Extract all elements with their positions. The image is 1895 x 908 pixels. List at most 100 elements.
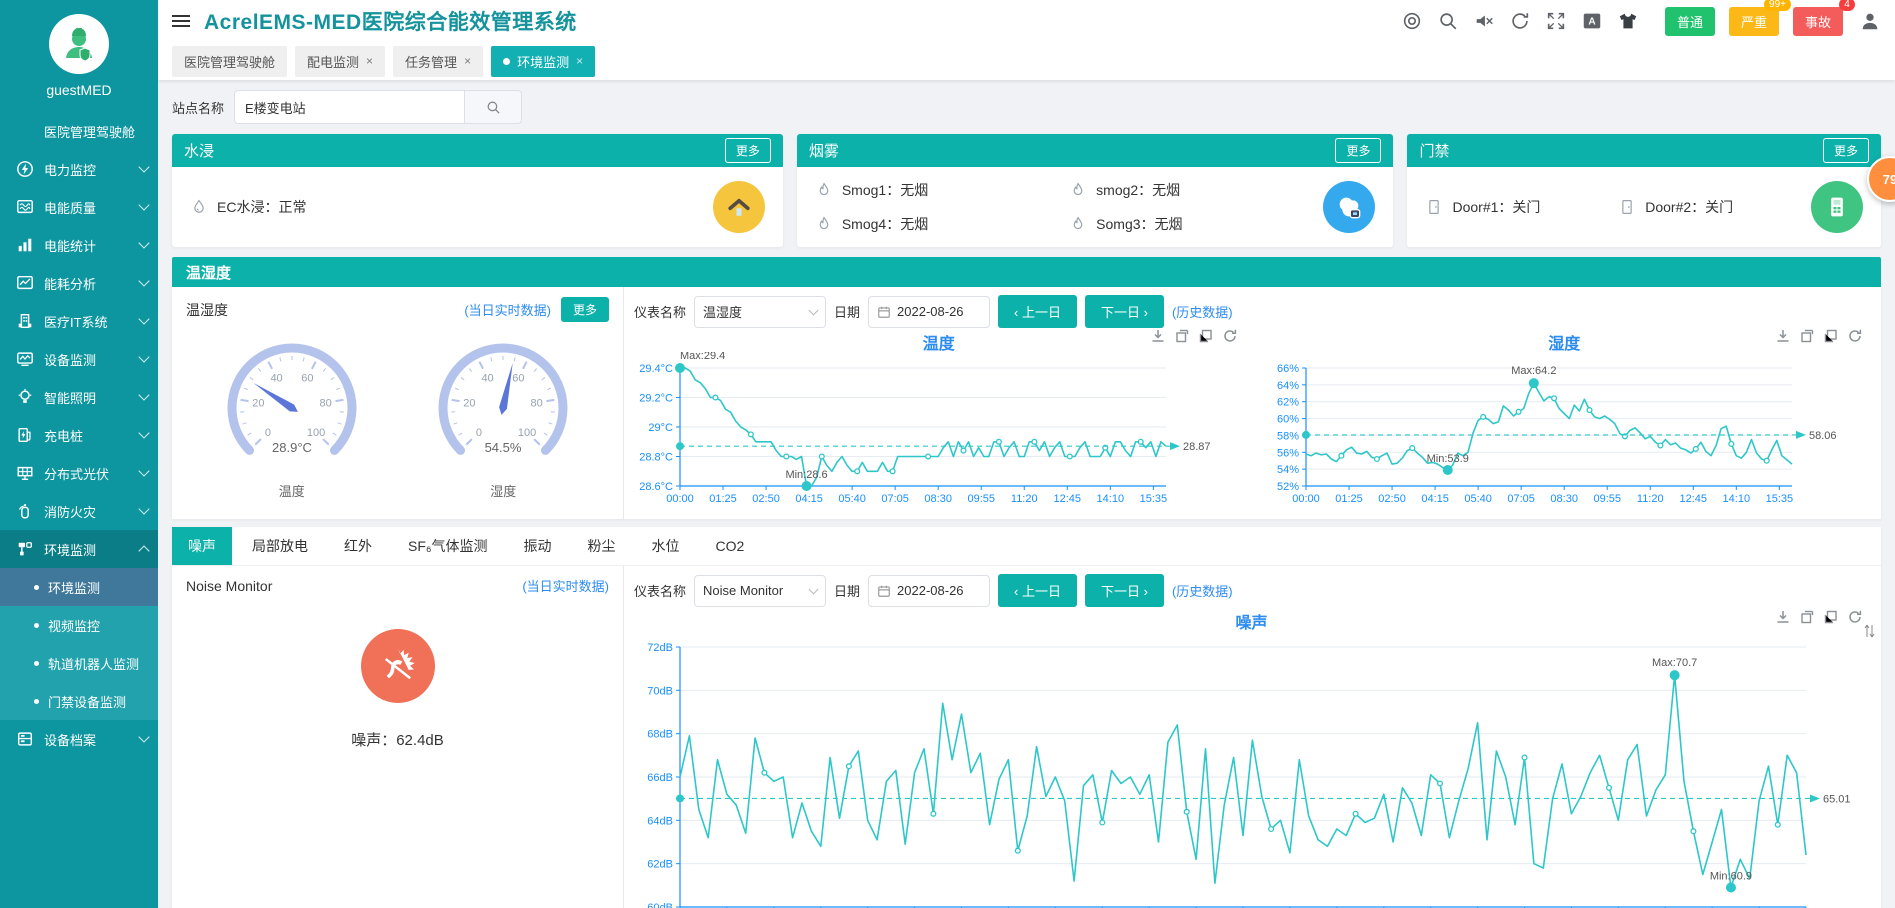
- tab-label: 配电监测: [307, 52, 359, 71]
- noise-leftcol: Noise Monitor (当日实时数据) 噪声: [172, 566, 624, 908]
- download-icon[interactable]: [1150, 328, 1166, 344]
- subtab-局部放电[interactable]: 局部放电: [236, 527, 324, 565]
- smoke-more-button[interactable]: 更多: [1335, 138, 1381, 163]
- environment-subtabs: 噪声局部放电红外SF₆气体监测振动粉尘水位CO2: [172, 527, 1881, 566]
- gauge-label: 温度: [204, 481, 380, 500]
- svg-text:01:25: 01:25: [1335, 493, 1363, 505]
- svg-text:02:50: 02:50: [752, 493, 780, 505]
- site-search-button[interactable]: [464, 90, 522, 124]
- avatar[interactable]: [49, 14, 109, 74]
- reload-icon[interactable]: [1847, 609, 1863, 625]
- tab-任务管理[interactable]: 任务管理×: [393, 46, 483, 77]
- subtab-水位[interactable]: 水位: [636, 527, 696, 565]
- download-icon[interactable]: [1775, 328, 1791, 344]
- svg-text:60%: 60%: [1276, 414, 1298, 426]
- subtab-CO2[interactable]: CO2: [700, 529, 761, 563]
- next-day-button[interactable]: 下一日 ›: [1085, 295, 1164, 328]
- refresh-icon[interactable]: [1509, 10, 1531, 32]
- reload-icon[interactable]: [1847, 328, 1863, 344]
- power-quality-icon: [16, 198, 34, 216]
- sidebar-subitem-环境监测[interactable]: 环境监测: [0, 568, 158, 606]
- sidebar-item-环境监测[interactable]: 环境监测: [0, 530, 158, 568]
- meter-select[interactable]: 温湿度: [694, 296, 826, 328]
- restore2-icon[interactable]: [1823, 609, 1839, 625]
- sidebar-item-设备监测[interactable]: 设备监测: [0, 340, 158, 378]
- tab-环境监测[interactable]: 环境监测×: [491, 46, 595, 77]
- translate-icon[interactable]: A: [1581, 10, 1603, 32]
- energy-analysis-icon: [16, 274, 34, 292]
- sidebar-item-电能质量[interactable]: 电能质量: [0, 188, 158, 226]
- status-button-3[interactable]: 事故4: [1793, 7, 1843, 36]
- noise-meter-select[interactable]: Noise Monitor: [694, 575, 826, 607]
- door-more-button[interactable]: 更多: [1823, 138, 1869, 163]
- tab-医院管理驾驶舱[interactable]: 医院管理驾驶舱: [172, 46, 287, 77]
- svg-text:Max:29.4: Max:29.4: [680, 352, 725, 362]
- sidebar-item-医疗IT系统[interactable]: 医疗IT系统: [0, 302, 158, 340]
- restore-icon[interactable]: [1799, 328, 1815, 344]
- prev-day-button[interactable]: ‹ 上一日: [998, 295, 1077, 328]
- svg-text:62%: 62%: [1276, 397, 1298, 409]
- sidebar-subitem-门禁设备监测[interactable]: 门禁设备监测: [0, 682, 158, 720]
- headset-icon[interactable]: [1401, 10, 1423, 32]
- device-monitor-icon: [16, 350, 34, 368]
- subtab-噪声[interactable]: 噪声: [172, 527, 232, 565]
- sidebar-subitem-轨道机器人监测[interactable]: 轨道机器人监测: [0, 644, 158, 682]
- svg-text:08:30: 08:30: [924, 493, 952, 505]
- sensor-status-item: Smog4：无烟: [815, 214, 1069, 234]
- sidebar-item-电力监控[interactable]: 电力监控: [0, 150, 158, 188]
- theme-icon[interactable]: [1617, 10, 1639, 32]
- mute-icon[interactable]: [1473, 10, 1495, 32]
- subtab-SF₆气体监测[interactable]: SF₆气体监测: [392, 527, 504, 565]
- noise-next-day-button[interactable]: 下一日 ›: [1085, 574, 1164, 607]
- fullscreen-icon[interactable]: [1545, 10, 1567, 32]
- user-icon[interactable]: [1859, 10, 1881, 32]
- subtab-振动[interactable]: 振动: [508, 527, 568, 565]
- search-icon[interactable]: [1437, 10, 1459, 32]
- svg-text:54%: 54%: [1276, 464, 1298, 476]
- restore2-icon[interactable]: [1823, 328, 1839, 344]
- sidebar-item-医院管理驾驶舱[interactable]: 医院管理驾驶舱: [0, 112, 158, 150]
- sidebar-item-设备档案[interactable]: 设备档案: [0, 720, 158, 758]
- sidebar-item-电能统计[interactable]: 电能统计: [0, 226, 158, 264]
- restore-icon[interactable]: [1799, 609, 1815, 625]
- hamburger-menu-icon[interactable]: [172, 15, 190, 27]
- temp-more-button[interactable]: 更多: [561, 297, 609, 322]
- status-button-1[interactable]: 普通: [1665, 7, 1715, 36]
- reload-icon[interactable]: [1222, 328, 1238, 344]
- tab-配电监测[interactable]: 配电监测 ×: [295, 46, 385, 77]
- humidity-chart: 湿度 52%54%56%58%60%62%64%66%00:0001:2502:…: [1260, 330, 1870, 513]
- sidebar-item-能耗分析[interactable]: 能耗分析: [0, 264, 158, 302]
- bullet-icon: [34, 699, 39, 704]
- restore2-icon[interactable]: [1198, 328, 1214, 344]
- date-input[interactable]: 2022-08-26: [868, 296, 990, 328]
- chevron-up-icon: [138, 545, 149, 556]
- water-more-button[interactable]: 更多: [725, 138, 771, 163]
- site-name-input[interactable]: E楼变电站: [234, 90, 464, 124]
- svg-text:40: 40: [482, 373, 494, 385]
- subtab-红外[interactable]: 红外: [328, 527, 388, 565]
- humidity-gauge: 02040608010054.5% 湿度: [415, 328, 591, 500]
- download-icon[interactable]: [1775, 609, 1791, 625]
- status-button-2[interactable]: 严重99+: [1729, 7, 1779, 36]
- sidebar-item-消防火灾[interactable]: 消防火灾: [0, 492, 158, 530]
- search-icon: [485, 99, 502, 116]
- chevron-down-icon: [138, 313, 149, 324]
- sidebar-item-分布式光伏[interactable]: 分布式光伏: [0, 454, 158, 492]
- sensor-status-item: Smog1：无烟: [815, 180, 1069, 200]
- sidebar-item-充电桩[interactable]: 充电桩: [0, 416, 158, 454]
- calendar-icon: [877, 305, 891, 319]
- tab-close-icon[interactable]: ×: [366, 54, 373, 68]
- door-card: 门禁 更多 Door#1：关门Door#2：关门: [1407, 134, 1881, 247]
- flame-icon: [815, 181, 833, 199]
- restore-icon[interactable]: [1174, 328, 1190, 344]
- subtab-粉尘[interactable]: 粉尘: [572, 527, 632, 565]
- noise-date-input[interactable]: 2022-08-26: [868, 575, 990, 607]
- sidebar-subitem-视频监控[interactable]: 视频监控: [0, 606, 158, 644]
- drag-handle-icon[interactable]: [1863, 623, 1877, 639]
- sidebar-item-智能照明[interactable]: 智能照明: [0, 378, 158, 416]
- sidebar-item-label: 电能统计: [44, 236, 140, 255]
- temp-humidity-leftcol: 温湿度 (当日实时数据) 更多 02040608010028.9°C 温度 02…: [172, 287, 624, 519]
- noise-prev-day-button[interactable]: ‹ 上一日: [998, 574, 1077, 607]
- tab-close-icon[interactable]: ×: [576, 54, 583, 68]
- tab-close-icon[interactable]: ×: [464, 54, 471, 68]
